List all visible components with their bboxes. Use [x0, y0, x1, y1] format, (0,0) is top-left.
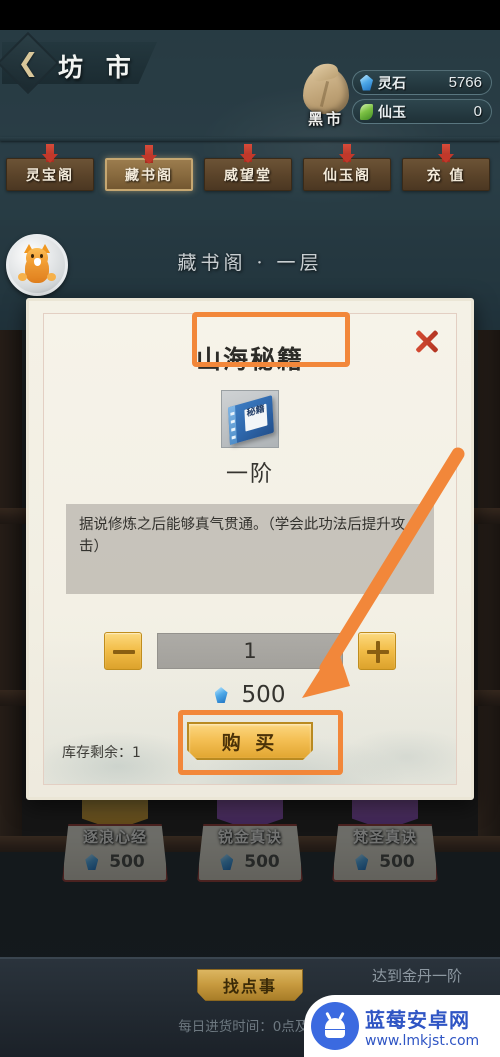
tab-xianyuge[interactable]: 仙玉阁	[303, 144, 391, 191]
currency-panel: 灵石 5766 仙玉 0	[352, 70, 492, 128]
item-price-value: 500	[244, 852, 280, 872]
watermark-title: 蓝莓安卓网	[365, 1007, 470, 1032]
fox-mouth	[34, 258, 41, 266]
shelf-side-left	[0, 330, 22, 850]
chevron-left-icon: ❮	[17, 48, 39, 77]
minus-icon[interactable]	[104, 632, 142, 670]
find-something-label: 找点事	[222, 977, 277, 996]
droid-shape	[322, 1011, 348, 1038]
pin-icon	[42, 144, 58, 163]
tab-recharge[interactable]: 充 值	[402, 144, 490, 191]
site-watermark: 蓝莓安卓网 www.lmkjst.com	[304, 995, 500, 1057]
avatar[interactable]	[6, 234, 68, 296]
watermark-url: www.lmkjst.com	[365, 1032, 480, 1049]
plus-icon[interactable]	[358, 632, 396, 670]
item-price-value: 500	[379, 852, 415, 872]
blue-gem-icon	[220, 854, 234, 870]
goal-text: 达到金丹一阶	[371, 967, 462, 985]
item-price-value: 500	[109, 852, 145, 872]
item-price: 500	[191, 852, 309, 872]
pin-icon	[240, 144, 256, 163]
pin-icon	[339, 144, 355, 163]
tab-label: 充 值	[426, 167, 466, 184]
fox-paw-right	[47, 273, 56, 281]
tab-label: 仙玉阁	[323, 167, 371, 184]
green-jade-icon	[360, 103, 373, 120]
dialog-inner-panel: 山海秘籍 秘籍 一阶 据说修炼之后能够真气贯通。（学会此功法后提升攻击） 1 5…	[43, 313, 457, 785]
blue-gem-icon	[360, 74, 373, 91]
tab-label: 藏书阁	[125, 167, 173, 184]
list-item[interactable]: 锐金真诀 500	[191, 800, 309, 886]
item-icon: 秘籍	[221, 390, 279, 448]
blue-book-icon: 秘籍	[228, 395, 274, 445]
blue-gem-icon	[355, 854, 369, 870]
buy-button[interactable]: 购 买	[187, 722, 313, 760]
black-market-label: 黑市	[307, 110, 344, 128]
item-description: 据说修炼之后能够真气贯通。（学会此功法后提升攻击）	[79, 517, 406, 555]
header: ❮ 坊 市 黑市 灵石 5766 仙玉 0	[0, 30, 500, 128]
quantity-input[interactable]: 1	[157, 633, 343, 669]
fox-eye-right	[40, 254, 43, 258]
blue-gem-icon	[214, 687, 228, 703]
tab-bar: 灵宝阁 藏书阁 威望堂 仙玉阁 充 值	[0, 141, 500, 197]
item-tier: 一阶	[225, 462, 274, 487]
currency-value: 5766	[448, 74, 482, 91]
black-market-button[interactable]: 黑市	[295, 61, 357, 134]
currency-name: 仙玉	[378, 104, 406, 121]
item-name: 梵圣真诀	[352, 828, 417, 846]
list-item[interactable]: 梵圣真诀 500	[326, 800, 444, 886]
tab-label: 灵宝阁	[26, 167, 74, 184]
currency-name: 灵石	[378, 75, 406, 92]
price-value: 500	[241, 682, 286, 708]
pin-icon	[141, 145, 157, 164]
fox-avatar-icon	[16, 244, 58, 285]
blue-gem-icon	[85, 854, 99, 870]
sack-fold	[319, 81, 330, 107]
status-bar	[0, 0, 500, 30]
stock-remaining: 库存剩余：1	[62, 745, 141, 761]
pin-icon	[438, 144, 454, 163]
back-button[interactable]: ❮	[0, 31, 60, 95]
item-description-box: 据说修炼之后能够真气贯通。（学会此功法后提升攻击）	[66, 504, 434, 594]
android-robot-icon	[311, 1002, 359, 1050]
tab-weiwangtang[interactable]: 威望堂	[204, 144, 292, 191]
currency-immortal-jade[interactable]: 仙玉 0	[352, 99, 492, 124]
buy-button-label: 购 买	[221, 731, 279, 754]
item-name: 逐浪心经	[82, 828, 147, 846]
currency-spirit-stone[interactable]: 灵石 5766	[352, 70, 492, 95]
watermark-text: 蓝莓安卓网 www.lmkjst.com	[365, 1004, 479, 1049]
item-name: 锐金真诀	[217, 828, 282, 846]
section-label: 藏书阁 · 一层	[177, 252, 323, 274]
find-something-button[interactable]: 找点事	[197, 969, 303, 1001]
list-item[interactable]: 逐浪心经 500	[56, 800, 174, 886]
quantity-value: 1	[243, 639, 257, 663]
book-label: 秘籍	[244, 403, 268, 432]
page-title: 坊 市	[58, 53, 138, 82]
dialog-title: 山海秘籍	[195, 345, 304, 374]
game-screen: 逐浪心经 500 锐金真诀 500 梵圣真诀 500 ❮ 坊 市 黑市 灵石 5…	[0, 0, 500, 1057]
price-row: 500	[44, 682, 456, 708]
currency-value: 0	[473, 103, 482, 120]
droid-body	[325, 1030, 345, 1038]
droid-head	[325, 1018, 345, 1029]
item-detail-dialog: 山海秘籍 秘籍 一阶 据说修炼之后能够真气贯通。（学会此功法后提升攻击） 1 5…	[26, 298, 474, 800]
fox-eye-left	[31, 254, 34, 258]
close-icon[interactable]	[410, 324, 444, 358]
tab-cangshuge[interactable]: 藏书阁	[105, 145, 193, 191]
shelf-side-right	[478, 330, 500, 850]
item-price: 500	[326, 852, 444, 872]
fox-paw-left	[18, 273, 27, 281]
item-price: 500	[56, 852, 174, 872]
tab-label: 威望堂	[224, 167, 272, 184]
quantity-stepper: 1	[44, 632, 456, 670]
tab-lingbaoge[interactable]: 灵宝阁	[6, 144, 94, 191]
